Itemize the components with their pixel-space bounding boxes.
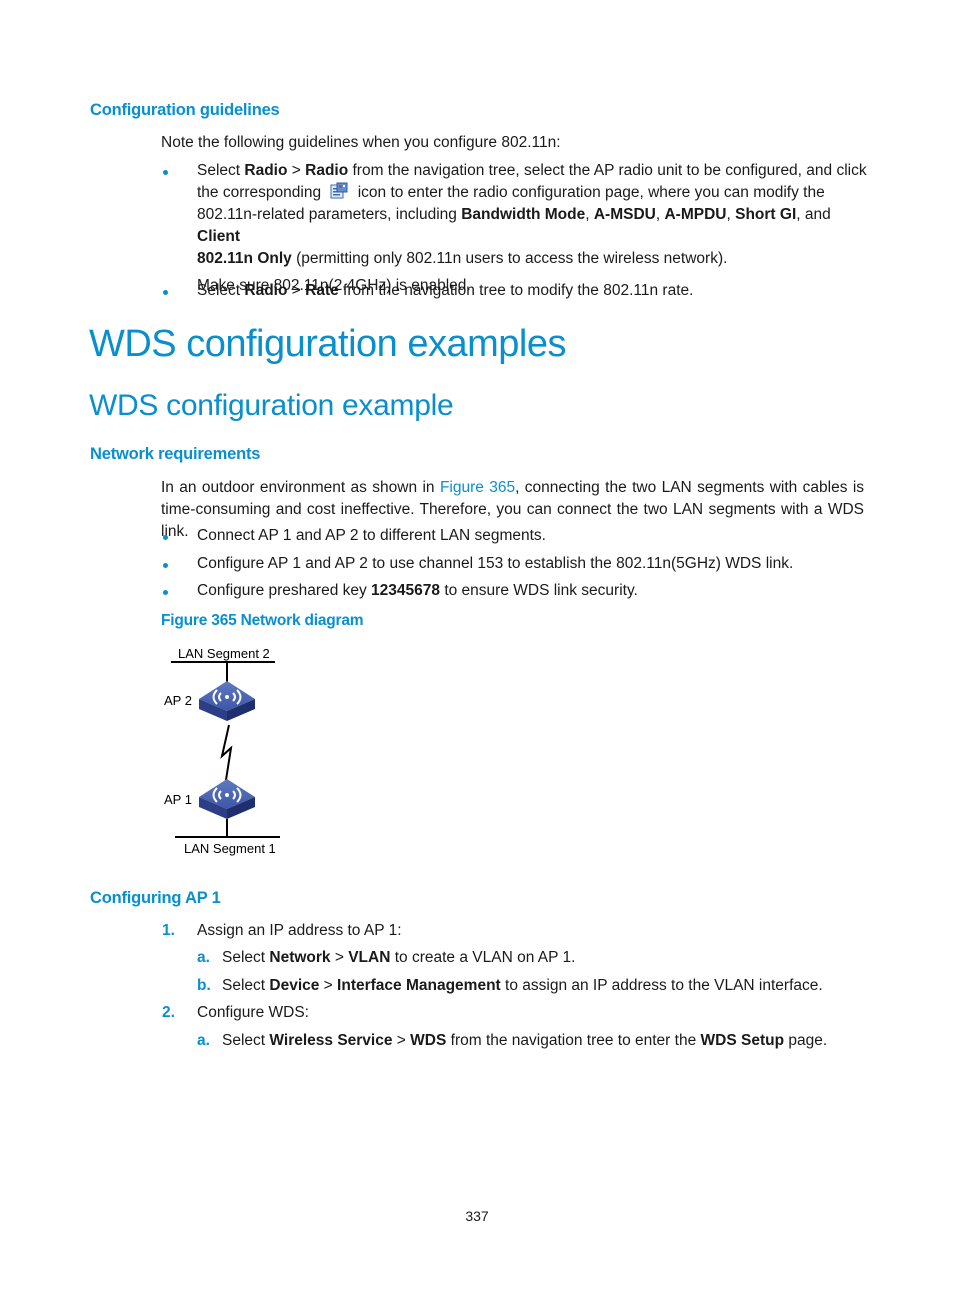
chapter-title: WDS configuration examples (89, 323, 567, 365)
figure-caption: Figure 365 Network diagram (161, 612, 364, 629)
lan-segment-2-label: LAN Segment 2 (178, 646, 270, 661)
wireless-link-icon (220, 724, 233, 781)
radio-config-icon (329, 182, 349, 200)
guideline-radio-rate: Select Radio > Rate from the navigation … (197, 282, 694, 299)
guidelines-intro: Note the following guidelines when you c… (161, 134, 561, 151)
substep-label: a. (197, 1032, 210, 1049)
step-number: 2. (162, 1004, 175, 1021)
network-diagram: LAN Segment 2 AP 2 AP 1 LAN Segment 1 (164, 646, 280, 856)
bullet-icon (163, 535, 168, 540)
ap1-device-icon (199, 779, 255, 819)
step-number: 1. (162, 922, 175, 939)
step-1b: Select Device > Interface Management to … (222, 977, 823, 994)
guideline-radio-radio: Select Radio > Radio from the navigation… (197, 160, 867, 297)
section-heading-network-requirements: Network requirements (90, 445, 261, 463)
substep-label: b. (197, 977, 211, 994)
requirement-item: Configure preshared key 12345678 to ensu… (197, 582, 638, 599)
bullet-icon (163, 590, 168, 595)
ap1-label: AP 1 (164, 792, 192, 807)
ap2-label: AP 2 (164, 693, 192, 708)
lan-segment-1-label: LAN Segment 1 (184, 841, 276, 856)
page-number: 337 (465, 1208, 489, 1224)
step-2: Configure WDS: (197, 1004, 309, 1021)
substep-label: a. (197, 949, 210, 966)
figure-365-link[interactable]: Figure 365 (440, 479, 515, 496)
step-1: Assign an IP address to AP 1: (197, 922, 402, 939)
step-1a: Select Network > VLAN to create a VLAN o… (222, 949, 576, 966)
section-title: WDS configuration example (89, 389, 454, 422)
section-heading-configuring-ap1: Configuring AP 1 (90, 889, 221, 907)
bullet-icon (163, 170, 168, 175)
section-heading-configuration-guidelines: Configuration guidelines (90, 101, 280, 119)
requirement-item: Connect AP 1 and AP 2 to different LAN s… (197, 527, 546, 544)
requirement-item: Configure AP 1 and AP 2 to use channel 1… (197, 555, 794, 572)
bullet-icon (163, 290, 168, 295)
ap2-device-icon (199, 681, 255, 721)
bullet-icon (163, 563, 168, 568)
step-2a: Select Wireless Service > WDS from the n… (222, 1032, 828, 1049)
